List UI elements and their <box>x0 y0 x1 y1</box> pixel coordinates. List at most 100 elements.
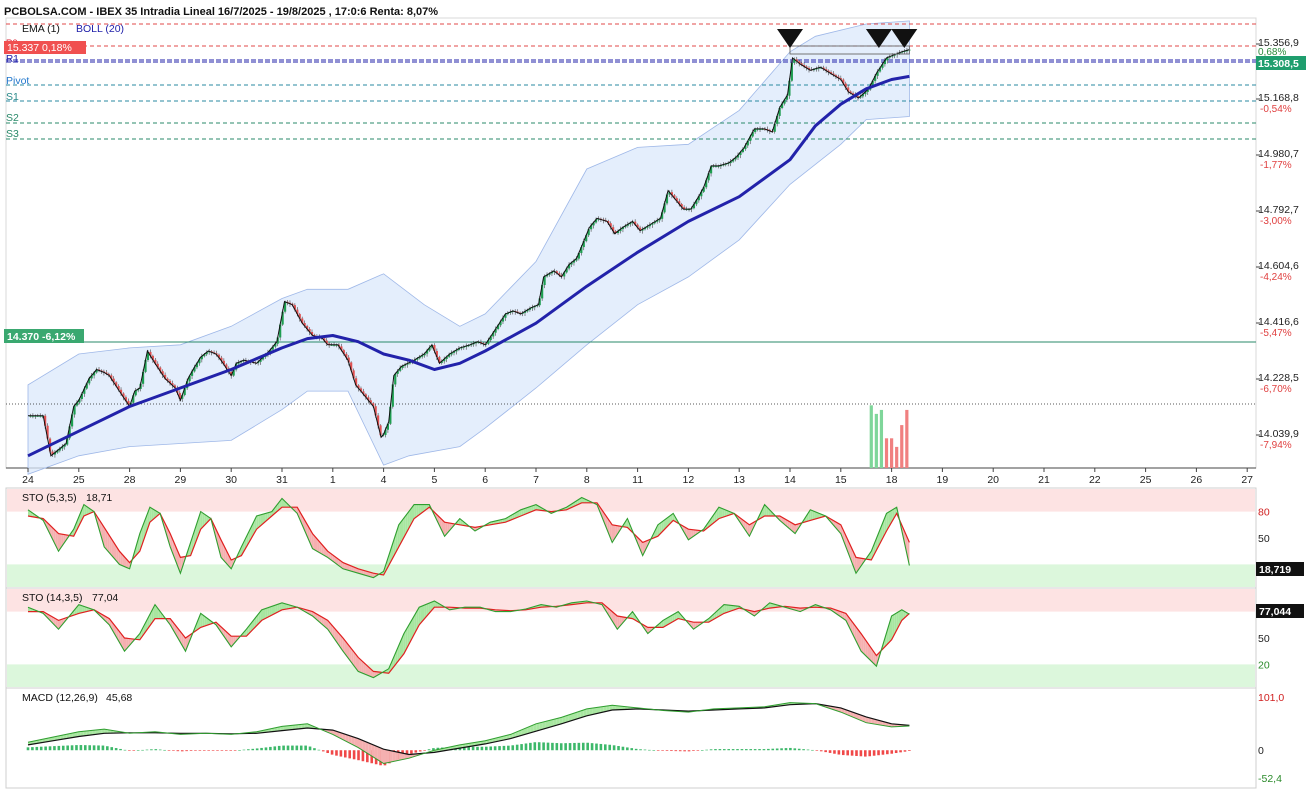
macd-histogram-bar <box>277 745 281 751</box>
macd-histogram-bar <box>154 749 158 751</box>
macd-histogram-bar <box>780 748 783 751</box>
macd-histogram-bar <box>489 746 493 751</box>
macd-histogram-bar <box>57 745 61 751</box>
macd-histogram-bar <box>753 749 757 751</box>
macd-histogram-bar <box>771 748 775 751</box>
macd-histogram-bar <box>207 750 210 751</box>
macd-histogram-bar <box>604 744 607 751</box>
macd-histogram-bar <box>44 746 47 751</box>
macd-histogram-bar <box>321 750 325 752</box>
sto-fill-segment <box>611 523 614 541</box>
macd-histogram-bar <box>101 745 105 751</box>
macd-histogram-bar <box>630 748 634 751</box>
macd-histogram-bar <box>493 746 497 751</box>
macd-histogram-bar <box>665 750 669 751</box>
macd-histogram-bar <box>295 745 299 751</box>
macd-histogram-bar <box>551 742 554 751</box>
macd-histogram-bar <box>114 748 118 751</box>
oversold-zone <box>7 564 1255 587</box>
macd-histogram-bar <box>846 750 849 756</box>
macd-histogram-bar <box>110 747 114 751</box>
macd-histogram-bar <box>216 750 219 751</box>
macd-histogram-bar <box>273 746 277 751</box>
macd-histogram-bar <box>471 746 475 751</box>
macd-histogram-bar <box>886 750 889 755</box>
macd-panel-frame <box>5 687 1257 789</box>
macd-histogram-bar <box>718 749 722 751</box>
pct-tick-label: -3,00% <box>1260 216 1292 227</box>
macd-histogram-bar <box>617 746 620 751</box>
sto-tick-label: 50 <box>1258 633 1270 645</box>
macd-histogram-bar <box>286 745 290 751</box>
macd-histogram-bar <box>802 749 805 751</box>
macd-histogram-bar <box>427 749 431 751</box>
price-tick-label: 14.228,5 <box>1258 372 1299 384</box>
macd-histogram-bar <box>564 743 567 751</box>
pct-tick-label: -5,47% <box>1260 328 1292 339</box>
macd-histogram-bar <box>225 750 228 751</box>
top-pct-label: 0,68% <box>1258 47 1286 58</box>
macd-histogram-bar <box>189 750 193 751</box>
macd-current: 45,68 <box>106 692 132 704</box>
ref-price-tag: 14.370 -6,12% <box>7 331 76 343</box>
macd-histogram-bar <box>890 750 894 754</box>
macd-histogram-bar <box>269 746 272 751</box>
x-tick-label: 1 <box>330 474 336 486</box>
macd-histogram-bar <box>727 749 730 751</box>
macd-histogram-bar <box>811 749 814 751</box>
price-tick-label: 14.604,6 <box>1258 260 1299 272</box>
sto-fill-segment <box>794 524 797 533</box>
overbought-zone <box>7 589 1255 612</box>
macd-histogram-bar <box>35 746 39 751</box>
macd-histogram-bar <box>202 750 206 751</box>
macd-histogram-bar <box>194 750 197 751</box>
macd-histogram-bar <box>339 750 343 757</box>
macd-histogram-bar <box>61 745 65 751</box>
macd-histogram-bar <box>251 748 255 751</box>
boll-legend: BOLL (20) <box>76 23 124 35</box>
macd-histogram-bar <box>700 750 704 751</box>
macd-histogram-bar <box>220 750 224 751</box>
macd-histogram-bar <box>520 744 523 751</box>
macd-histogram-bar <box>577 742 581 751</box>
macd-histogram-bar <box>903 750 907 752</box>
macd-histogram-bar <box>797 748 801 751</box>
macd-histogram-bar <box>141 749 144 751</box>
price-tick-label: 14.792,7 <box>1258 204 1299 216</box>
macd-histogram-bar <box>806 749 810 751</box>
macd-histogram-bar <box>498 746 501 751</box>
macd-histogram-bar <box>868 750 872 757</box>
x-tick-label: 25 <box>73 474 85 486</box>
level-label-s1: S1 <box>6 91 19 103</box>
macd-histogram-bar <box>180 750 184 752</box>
macd-histogram-bar <box>864 750 867 757</box>
macd-histogram-bar <box>833 750 836 754</box>
macd-histogram-bar <box>211 750 215 751</box>
macd-histogram-bar <box>26 747 30 751</box>
pct-tick-label: -6,70% <box>1260 384 1292 395</box>
x-tick-label: 8 <box>584 474 590 486</box>
sto-tick-label: 50 <box>1258 533 1270 545</box>
x-tick-label: 12 <box>683 474 695 486</box>
macd-histogram-bar <box>343 750 347 758</box>
x-tick-label: 24 <box>22 474 34 486</box>
macd-histogram-bar <box>745 749 748 751</box>
macd-histogram-bar <box>670 750 673 752</box>
macd-histogram-bar <box>348 750 352 759</box>
macd-histogram-bar <box>559 743 563 751</box>
x-tick-label: 11 <box>632 474 643 486</box>
macd-histogram-bar <box>414 750 418 753</box>
macd-histogram-bar <box>692 750 695 751</box>
macd-histogram-bar <box>304 745 307 751</box>
macd-fill-segment <box>386 749 390 763</box>
macd-histogram-bar <box>507 745 510 751</box>
macd-histogram-bar <box>608 744 612 751</box>
macd-histogram-bar <box>639 749 642 751</box>
macd-histogram-bar <box>524 743 528 751</box>
volume-bar <box>895 446 899 468</box>
x-tick-label: 29 <box>175 474 187 486</box>
macd-histogram-bar <box>106 746 109 751</box>
macd-histogram-bar <box>330 750 334 755</box>
sto-fill-segment <box>263 608 266 620</box>
macd-tick-label: -52,4 <box>1258 773 1282 785</box>
